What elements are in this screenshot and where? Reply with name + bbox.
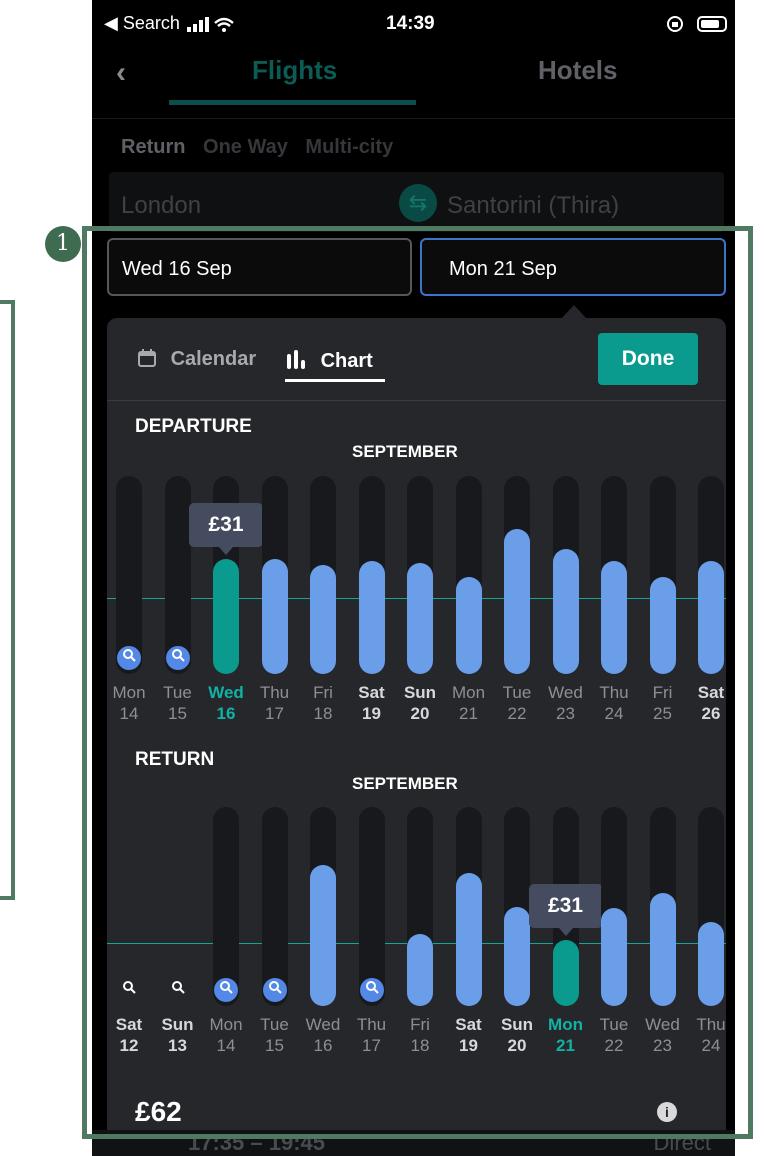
annotation-badge: 1 (45, 226, 81, 262)
back-app-label: ◀ Search (104, 13, 180, 33)
annotation-box (82, 226, 753, 1139)
route-field: London ⇆ Santorini (Thira) (109, 172, 724, 232)
tab-active-indicator (169, 100, 416, 105)
annotation-frame-left (0, 300, 15, 900)
tab-flights[interactable]: Flights (252, 55, 337, 86)
signal-icon (186, 17, 234, 33)
trip-type-return[interactable]: Return (121, 136, 185, 158)
orientation-lock-icon (666, 16, 683, 33)
status-right (666, 13, 727, 34)
swap-icon[interactable]: ⇆ (399, 184, 437, 222)
origin-field[interactable]: London (121, 192, 201, 220)
clock: 14:39 (386, 13, 435, 34)
back-to-search[interactable]: ◀ Search (104, 13, 235, 34)
trip-type-selector: Return One Way Multi-city (121, 136, 405, 159)
battery-icon (697, 16, 727, 33)
trip-type-multi-city[interactable]: Multi-city (305, 136, 393, 158)
trip-type-one-way[interactable]: One Way (203, 136, 288, 158)
chevron-left-icon[interactable]: ‹ (116, 56, 126, 90)
divider (92, 118, 735, 119)
status-bar: ◀ Search 14:39 (92, 0, 735, 48)
destination-field[interactable]: Santorini (Thira) (447, 192, 619, 220)
tab-hotels[interactable]: Hotels (538, 55, 617, 86)
